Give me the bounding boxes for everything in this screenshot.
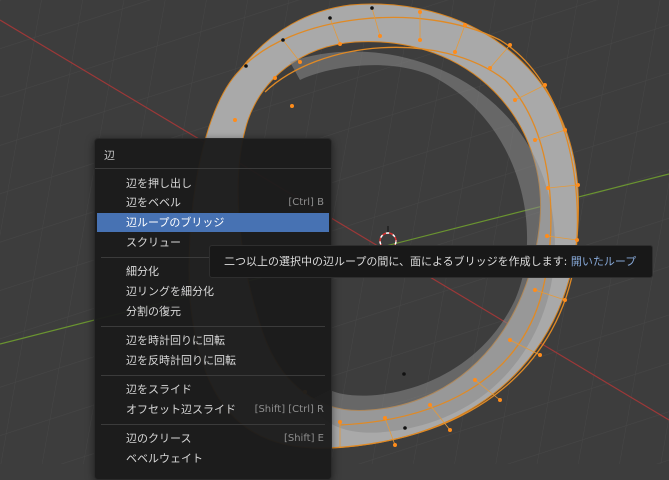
menu-item-label: 辺を押し出し <box>126 177 192 190</box>
menu-item-rotate-edge-cw[interactable]: 辺を時計回りに回転 <box>97 331 329 350</box>
tooltip-value: 開いたループ <box>570 255 637 268</box>
tooltip-description: 二つ以上の選択中の辺ループの間に、面によるブリッジを作成します: <box>224 255 568 268</box>
menu-item-rotate-edge-ccw[interactable]: 辺を反時計回りに回転 <box>97 351 329 370</box>
menu-item-bevel-weight[interactable]: ベベルウェイト <box>97 449 329 468</box>
menu-item-edge-crease[interactable]: 辺のクリース [Shift] E <box>97 429 329 448</box>
menu-item-label: オフセット辺スライド <box>126 403 236 416</box>
menu-item-label: 細分化 <box>126 265 159 278</box>
menu-item-label: スクリュー <box>126 236 181 249</box>
tooltip: 二つ以上の選択中の辺ループの間に、面によるブリッジを作成します: 開いたループ <box>209 245 653 278</box>
menu-item-label: 辺ループのブリッジ <box>126 216 225 229</box>
menu-title-divider <box>95 168 331 169</box>
menu-item-subdivide-edge-ring[interactable]: 辺リングを細分化 <box>97 282 329 301</box>
menu-item-label: 辺のクリース <box>126 432 192 445</box>
menu-item-extrude-edges[interactable]: 辺を押し出し <box>97 174 329 193</box>
menu-item-shortcut: [Shift] [Ctrl] R <box>254 404 324 415</box>
menu-item-label: 辺リングを細分化 <box>126 285 214 298</box>
menu-item-bevel-edges[interactable]: 辺をベベル [Ctrl] B <box>97 193 329 212</box>
menu-title: 辺 <box>104 149 115 162</box>
menu-divider <box>101 326 325 327</box>
menu-divider <box>101 375 325 376</box>
menu-item-un-subdivide[interactable]: 分割の復元 <box>97 302 329 321</box>
menu-item-label: 辺を反時計回りに回転 <box>126 354 236 367</box>
menu-item-label: ベベルウェイト <box>126 452 203 465</box>
menu-divider <box>101 424 325 425</box>
edge-context-menu: 辺 辺を押し出し 辺をベベル [Ctrl] B 辺ループのブリッジ スクリュー … <box>94 138 332 480</box>
menu-item-label: 辺をベベル <box>126 196 181 209</box>
menu-item-offset-edge-slide[interactable]: オフセット辺スライド [Shift] [Ctrl] R <box>97 400 329 419</box>
menu-item-label: 辺を時計回りに回転 <box>126 334 225 347</box>
menu-item-bridge-edge-loops[interactable]: 辺ループのブリッジ <box>97 213 329 232</box>
menu-item-label: 辺をスライド <box>126 383 192 396</box>
menu-item-shortcut: [Ctrl] B <box>288 197 324 208</box>
menu-item-edge-slide[interactable]: 辺をスライド <box>97 380 329 399</box>
menu-item-label: 分割の復元 <box>126 305 181 318</box>
menu-item-shortcut: [Shift] E <box>283 433 324 444</box>
